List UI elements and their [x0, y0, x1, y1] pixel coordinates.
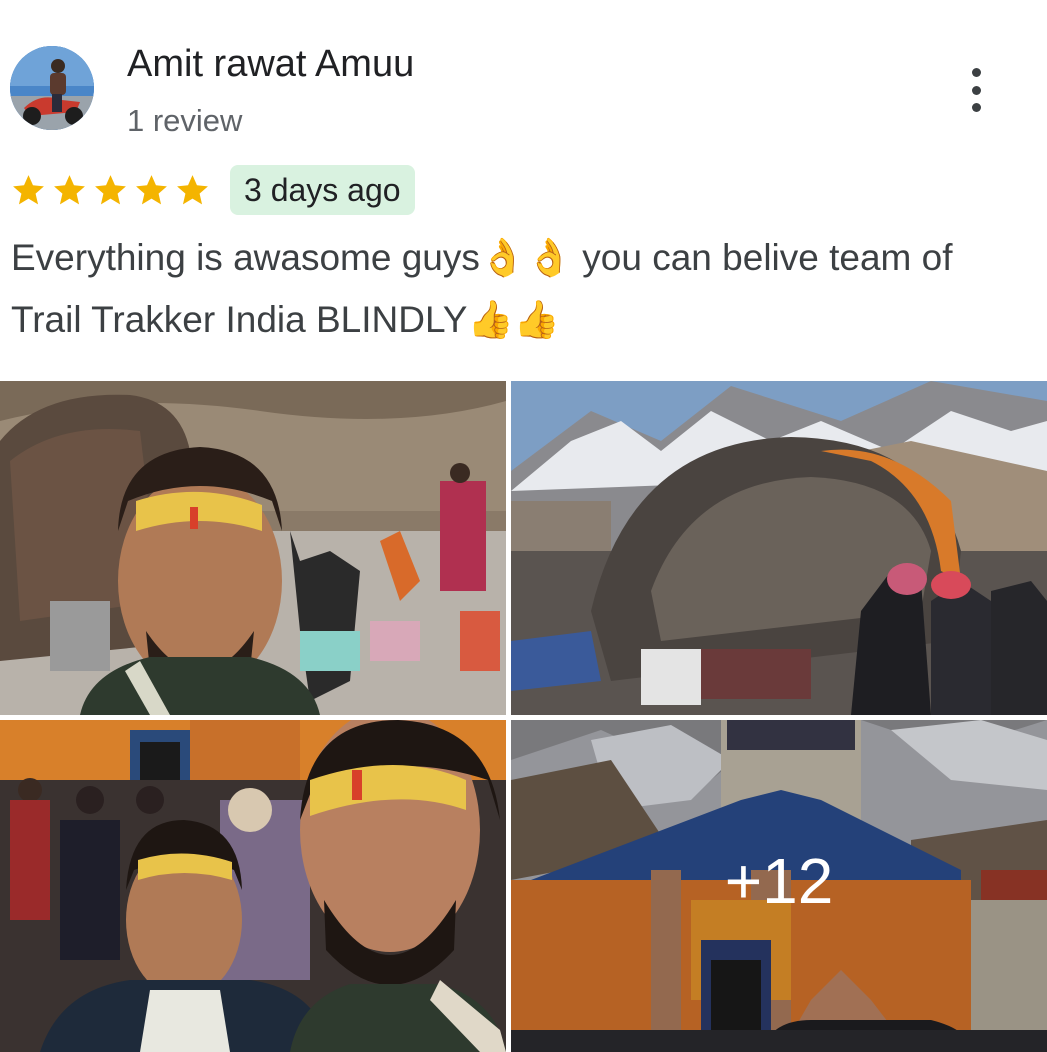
star-rating — [10, 172, 211, 209]
review-text: Everything is awasome guys👌👌 you can bel… — [11, 237, 953, 340]
star-icon — [177, 175, 208, 205]
reviewer-name[interactable]: Amit rawat Amuu — [127, 40, 414, 88]
review-photo-1[interactable] — [0, 381, 506, 715]
star-icon — [95, 175, 126, 205]
photo-gallery: +12 — [0, 381, 1047, 1052]
reviewer-review-count: 1 review — [127, 103, 243, 138]
more-options-button[interactable] — [955, 64, 997, 116]
review-time-badge: 3 days ago — [230, 165, 415, 215]
more-vert-icon-dot — [971, 103, 981, 112]
star-icon — [13, 175, 44, 205]
photo-selfie-crowd — [0, 720, 506, 1052]
photo-selfie-rock — [0, 381, 506, 715]
review-photo-4[interactable]: +12 — [511, 720, 1047, 1052]
star-icon — [54, 175, 85, 205]
more-vert-icon — [971, 68, 981, 77]
review-photo-3[interactable] — [0, 720, 506, 1052]
avatar-image — [10, 46, 94, 130]
star-icon — [136, 175, 167, 205]
more-photos-count: +12 — [511, 720, 1047, 1052]
reviewer-avatar[interactable] — [10, 46, 94, 130]
review-photo-2[interactable] — [511, 381, 1047, 715]
more-vert-icon-dot — [971, 85, 981, 95]
photo-rock-mountain — [511, 381, 1047, 715]
